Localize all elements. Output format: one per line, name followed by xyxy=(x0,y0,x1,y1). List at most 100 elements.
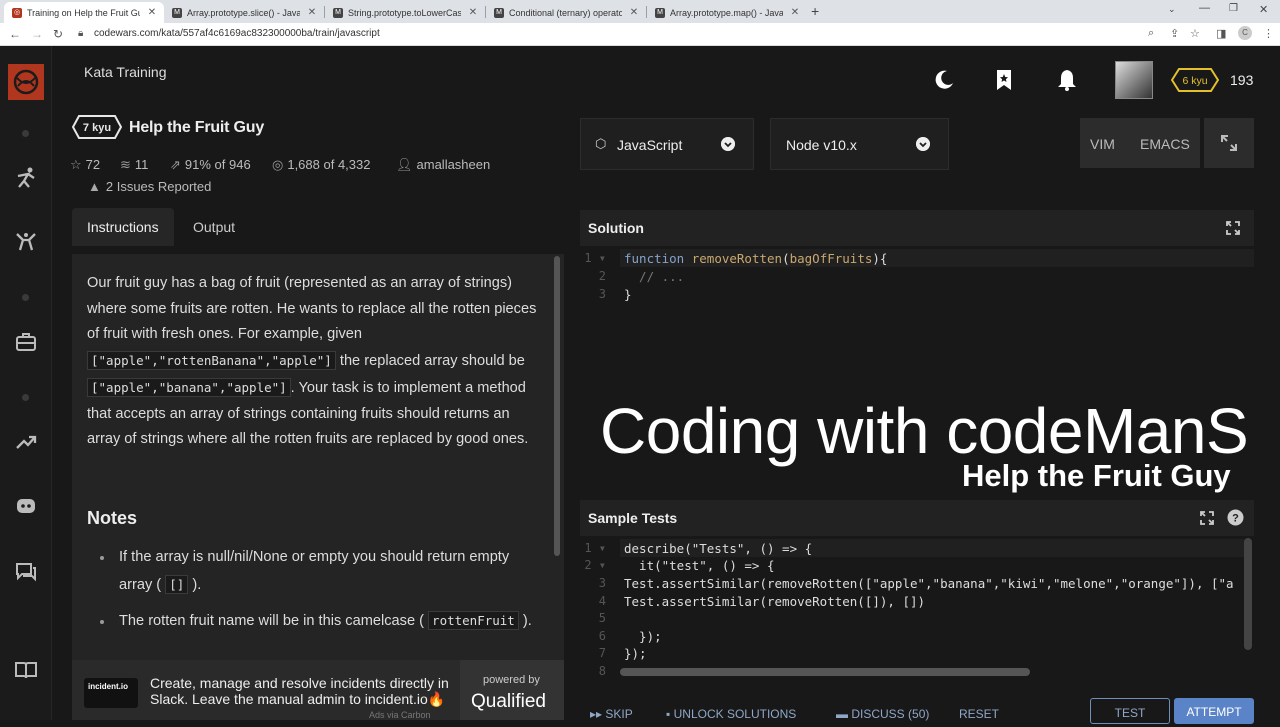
instructions-scrollbar[interactable] xyxy=(554,256,560,556)
profile-icon[interactable]: C xyxy=(1238,26,1252,40)
share-icon[interactable]: ⇪ xyxy=(1170,27,1179,40)
carbon-ad[interactable]: incident.io Create, manage and resolve i… xyxy=(72,660,564,720)
satisfaction-stat: ⇗ 91% of 946 xyxy=(170,157,251,172)
new-tab-icon[interactable]: + xyxy=(811,3,819,19)
browser-tab[interactable]: M Conditional (ternary) operator - J ✕ xyxy=(486,2,646,23)
close-tab-icon[interactable]: ✕ xyxy=(467,7,479,18)
close-tab-icon[interactable]: ✕ xyxy=(628,7,640,18)
expand-icon[interactable] xyxy=(1199,510,1215,526)
user-icon: 👤︎ xyxy=(396,157,413,172)
trending-icon[interactable] xyxy=(14,430,38,454)
mdn-favicon-icon: M xyxy=(172,7,182,18)
browser-tab[interactable]: M String.prototype.toLowerCase() - ✕ xyxy=(325,2,485,23)
tests-editor[interactable]: 1 ▾ describe("Tests", () => { 2 ▾ it("te… xyxy=(580,538,1254,680)
codewars-logo-icon[interactable] xyxy=(8,64,44,100)
reload-icon[interactable]: ↻ xyxy=(53,27,63,41)
powered-by-qualified[interactable]: powered by Qualified xyxy=(460,660,564,720)
target-icon: ◎ xyxy=(272,157,284,172)
chevron-down-icon xyxy=(721,137,735,151)
line-number: 8 xyxy=(598,664,606,678)
bullet xyxy=(100,620,104,624)
line-number: 3 xyxy=(598,287,606,301)
expand-icon[interactable] xyxy=(1225,220,1241,236)
bookmark-icon[interactable] xyxy=(992,68,1016,92)
line-number: 2 xyxy=(598,269,606,283)
star-icon: ☆ xyxy=(70,157,82,172)
browser-tab-active[interactable]: ◎ Training on Help the Fruit Guy | C ✕ xyxy=(4,2,164,23)
avatar[interactable] xyxy=(1115,61,1153,99)
ads-via-carbon: Ads via Carbon xyxy=(369,710,431,720)
rail-separator xyxy=(22,394,29,401)
kata-title: Help the Fruit Guy xyxy=(129,119,265,136)
notes-heading: Notes xyxy=(87,508,138,528)
tests-vertical-scrollbar[interactable] xyxy=(1244,538,1252,650)
menu-dots-icon[interactable]: ⋮ xyxy=(1263,27,1274,40)
discord-icon[interactable] xyxy=(14,494,38,518)
discuss-button[interactable]: ▬ DISCUSS (50) xyxy=(836,707,929,721)
briefcase-icon[interactable] xyxy=(14,330,38,354)
fight-icon[interactable] xyxy=(14,230,38,254)
fullscreen-button[interactable] xyxy=(1204,118,1254,168)
user-rank-badge[interactable]: 6 kyu xyxy=(1171,68,1219,92)
close-tab-icon[interactable]: ✕ xyxy=(146,7,158,18)
line-number: 1 ▾ xyxy=(584,541,606,555)
browser-tab[interactable]: M Array.prototype.map() - JavaScri ✕ xyxy=(647,2,807,23)
close-tab-icon[interactable]: ✕ xyxy=(789,7,801,18)
video-overlay-subtitle: Help the Fruit Guy xyxy=(962,458,1231,493)
attempt-button[interactable]: ATTEMPT xyxy=(1174,698,1254,724)
book-icon[interactable] xyxy=(14,658,38,682)
collections-stat[interactable]: ≋ 11 xyxy=(120,157,148,173)
lock-icon[interactable]: 🔒︎ xyxy=(78,28,83,39)
stars-stat[interactable]: ☆ 72 xyxy=(70,157,100,173)
author-link[interactable]: 👤︎ amallasheen xyxy=(396,157,490,173)
line-number: 1 ▾ xyxy=(584,251,606,265)
solution-header: Solution xyxy=(580,210,1254,246)
browser-tab[interactable]: M Array.prototype.slice() - JavaScr ✕ xyxy=(164,2,324,23)
url-text[interactable]: codewars.com/kata/557af4c6169ac832300000… xyxy=(94,28,380,39)
vim-mode-button[interactable]: VIM xyxy=(1090,136,1115,152)
skip-button[interactable]: ▸▸ SKIP xyxy=(590,707,633,721)
lock-icon: ▪ xyxy=(666,707,671,721)
tests-horizontal-scrollbar[interactable] xyxy=(620,668,1030,676)
chevron-down-icon xyxy=(916,137,930,151)
sample-tests-header: Sample Tests ? xyxy=(580,500,1254,536)
user-rank-label: 6 kyu xyxy=(1182,75,1207,87)
example-input-code: ["apple","rottenBanana","apple"] xyxy=(87,351,336,371)
minimize-icon[interactable]: — xyxy=(1199,2,1210,14)
practice-icon[interactable] xyxy=(14,166,38,190)
chat-icon[interactable] xyxy=(14,560,38,584)
warning-icon: ▲ xyxy=(88,179,101,194)
moon-icon[interactable] xyxy=(932,68,956,92)
solution-editor[interactable]: 1 ▾ function removeRotten(bagOfFruits){ … xyxy=(580,248,1254,388)
zoom-icon[interactable]: ⌕ xyxy=(1148,27,1154,40)
comment-icon: ▬ xyxy=(836,707,848,721)
test-button[interactable]: TEST xyxy=(1090,698,1170,724)
code-line: } xyxy=(624,287,632,302)
forward-icon[interactable]: → xyxy=(31,27,43,41)
close-window-icon[interactable]: ✕ xyxy=(1259,3,1268,16)
version-select[interactable]: Node v10.x xyxy=(770,118,949,170)
close-tab-icon[interactable]: ✕ xyxy=(306,7,318,18)
issues-link[interactable]: ▲ 2 Issues Reported xyxy=(88,179,211,194)
code-line: }); xyxy=(624,646,647,661)
language-select[interactable]: ⬡ JavaScript xyxy=(580,118,754,170)
bell-icon[interactable] xyxy=(1055,68,1079,92)
sidebar-icon[interactable]: ◨ xyxy=(1216,27,1226,40)
rail-separator xyxy=(22,130,29,137)
browser-tab-bar: ◎ Training on Help the Fruit Guy | C ✕ M… xyxy=(0,0,1280,23)
reset-button[interactable]: RESET xyxy=(959,707,999,721)
help-icon[interactable]: ? xyxy=(1227,509,1244,526)
tab-instructions[interactable]: Instructions xyxy=(72,208,174,246)
example-output-code: ["apple","banana","apple"] xyxy=(87,377,291,397)
tab-output[interactable]: Output xyxy=(178,208,250,246)
emacs-mode-button[interactable]: EMACS xyxy=(1140,136,1190,152)
line-number: 4 xyxy=(598,594,606,608)
back-icon[interactable]: ← xyxy=(9,27,21,41)
bookmark-star-icon[interactable]: ☆ xyxy=(1190,27,1200,40)
code-line: it("test", () => { xyxy=(624,558,775,573)
unlock-solutions-button[interactable]: ▪ UNLOCK SOLUTIONS xyxy=(666,707,796,721)
code-line: function removeRotten(bagOfFruits){ xyxy=(624,251,888,266)
page-title: Kata Training xyxy=(84,64,167,80)
restore-icon[interactable]: ❐ xyxy=(1229,3,1238,14)
tab-search-icon[interactable]: ⌄ xyxy=(1168,4,1176,15)
